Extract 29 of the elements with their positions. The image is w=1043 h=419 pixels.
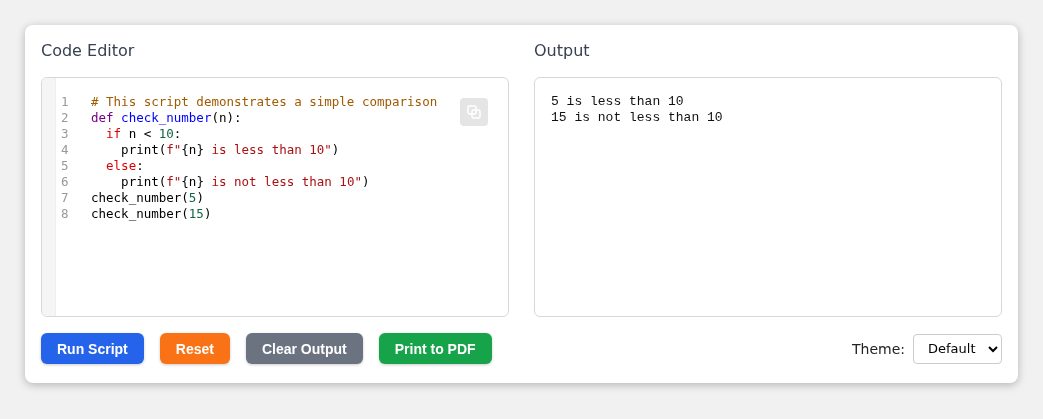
theme-label: Theme: — [852, 340, 905, 357]
action-button[interactable]: Print to PDF — [378, 333, 492, 364]
code-line: check_number(5) — [91, 190, 204, 206]
code-line: else: — [105, 158, 144, 174]
code-line: print(f"{n} is not less than 10") — [120, 174, 370, 190]
line-number: 5 — [61, 158, 70, 174]
line-number: 8 — [61, 206, 70, 222]
output-line: 15 is not less than 10 — [551, 110, 723, 126]
code-line: print(f"{n} is less than 10") — [120, 142, 340, 158]
line-number: 4 — [61, 142, 70, 158]
theme-select[interactable]: Default — [913, 333, 1002, 364]
line-number: 2 — [61, 110, 70, 126]
action-button[interactable]: Clear Output — [245, 333, 363, 364]
code-line: # This script demonstrates a simple comparison — [91, 94, 438, 110]
action-button[interactable]: Run Script — [41, 333, 144, 364]
line-number: 3 — [61, 126, 70, 142]
line-number: 6 — [61, 174, 70, 190]
action-button[interactable]: Reset — [159, 333, 230, 364]
code-editor[interactable]: 1 # This script demonstrates a simple comparison 2 def check_number(n): 3 if n < 10: 4 print(f"{n} is less than 10") 5 else: 6 print(f"{n} is not less than 10") 7 check_number(5) 8 check_number(15) — [41, 77, 509, 317]
code-line: if n < 10: — [105, 126, 182, 142]
line-number: 1 — [61, 94, 70, 110]
line-number: 7 — [61, 190, 70, 206]
output-title: Output — [534, 41, 591, 61]
editor-title: Code Editor — [41, 41, 136, 61]
copy-button[interactable] — [460, 98, 488, 126]
output-line: 5 is less than 10 — [551, 94, 685, 110]
code-line: check_number(15) — [91, 206, 212, 222]
code-line: def check_number(n): — [91, 110, 242, 126]
copy-icon — [467, 105, 481, 119]
